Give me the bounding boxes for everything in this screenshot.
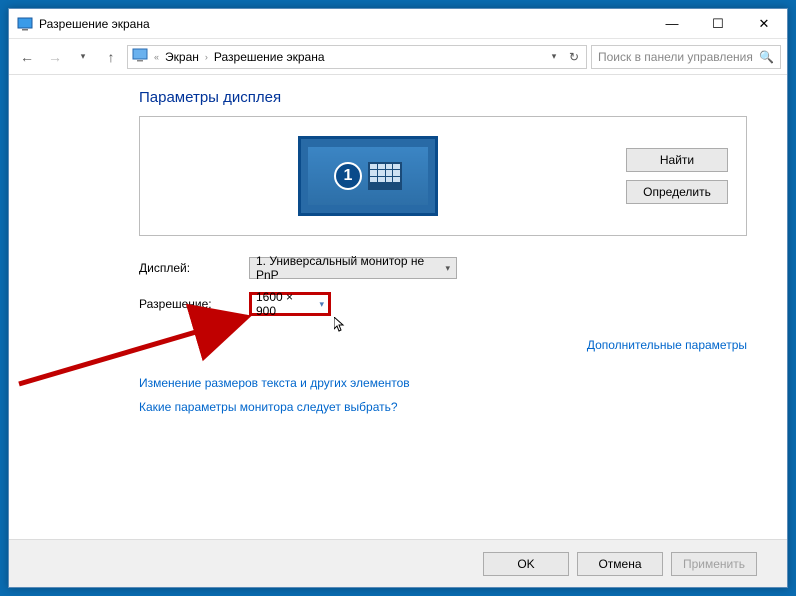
monitor-thumbnail[interactable]: 1 <box>298 136 438 216</box>
navbar: ← → ▾ ↑ « Экран › Разрешение экрана ▾ ↻ … <box>9 39 787 75</box>
window-controls: — ☐ ✕ <box>649 9 787 38</box>
page-heading: Параметры дисплея <box>139 89 747 106</box>
find-button[interactable]: Найти <box>626 148 728 172</box>
minimize-button[interactable]: — <box>649 9 695 38</box>
nav-history-dropdown[interactable]: ▾ <box>71 45 95 69</box>
titlebar: Разрешение экрана — ☐ ✕ <box>9 9 787 39</box>
window: Разрешение экрана — ☐ ✕ ← → ▾ ↑ « Экран … <box>8 8 788 588</box>
dialog-button-bar: OK Отмена Применить <box>9 539 787 587</box>
which-settings-link[interactable]: Какие параметры монитора следует выбрать… <box>139 400 747 414</box>
nav-forward-button[interactable]: → <box>43 45 67 69</box>
search-placeholder: Поиск в панели управления <box>598 50 753 64</box>
chevron-down-icon: ▾ <box>319 299 324 310</box>
search-input[interactable]: Поиск в панели управления 🔍 <box>591 45 781 69</box>
cancel-button[interactable]: Отмена <box>577 552 663 576</box>
chevron-down-icon: ▾ <box>445 263 450 274</box>
window-title: Разрешение экрана <box>39 17 649 31</box>
maximize-button[interactable]: ☐ <box>695 9 741 38</box>
cursor-icon <box>334 317 346 336</box>
refresh-icon[interactable]: ↻ <box>566 49 582 65</box>
address-dropdown-icon[interactable]: ▾ <box>546 49 562 65</box>
nav-back-button[interactable]: ← <box>15 45 39 69</box>
chevron-right-icon: › <box>203 52 210 62</box>
resolution-dropdown[interactable]: 1600 × 900 ▾ <box>249 292 331 316</box>
calendar-icon <box>368 162 402 190</box>
content-area: Параметры дисплея 1 Найти Определить <box>9 75 787 587</box>
close-button[interactable]: ✕ <box>741 9 787 38</box>
monitor-number-badge: 1 <box>334 162 362 190</box>
address-bar[interactable]: « Экран › Разрешение экрана ▾ ↻ <box>127 45 587 69</box>
advanced-settings-link[interactable]: Дополнительные параметры <box>587 338 747 352</box>
text-size-link[interactable]: Изменение размеров текста и других элеме… <box>139 376 747 390</box>
ok-button[interactable]: OK <box>483 552 569 576</box>
display-dropdown[interactable]: 1. Универсальный монитор не PnP ▾ <box>249 257 457 279</box>
monitor-icon <box>132 48 148 65</box>
breadcrumb-sep: « <box>152 52 161 62</box>
search-icon: 🔍 <box>759 50 774 64</box>
resolution-value: 1600 × 900 <box>256 290 313 318</box>
apply-button[interactable]: Применить <box>671 552 757 576</box>
breadcrumb-item[interactable]: Экран <box>165 50 199 64</box>
breadcrumb-item[interactable]: Разрешение экрана <box>214 50 325 64</box>
monitor-icon <box>17 16 33 32</box>
display-value: 1. Универсальный монитор не PnP <box>256 254 439 282</box>
resolution-label: Разрешение: <box>139 297 249 311</box>
detect-button[interactable]: Определить <box>626 180 728 204</box>
display-label: Дисплей: <box>139 261 249 275</box>
nav-up-button[interactable]: ↑ <box>99 45 123 69</box>
display-panel: 1 Найти Определить <box>139 116 747 236</box>
